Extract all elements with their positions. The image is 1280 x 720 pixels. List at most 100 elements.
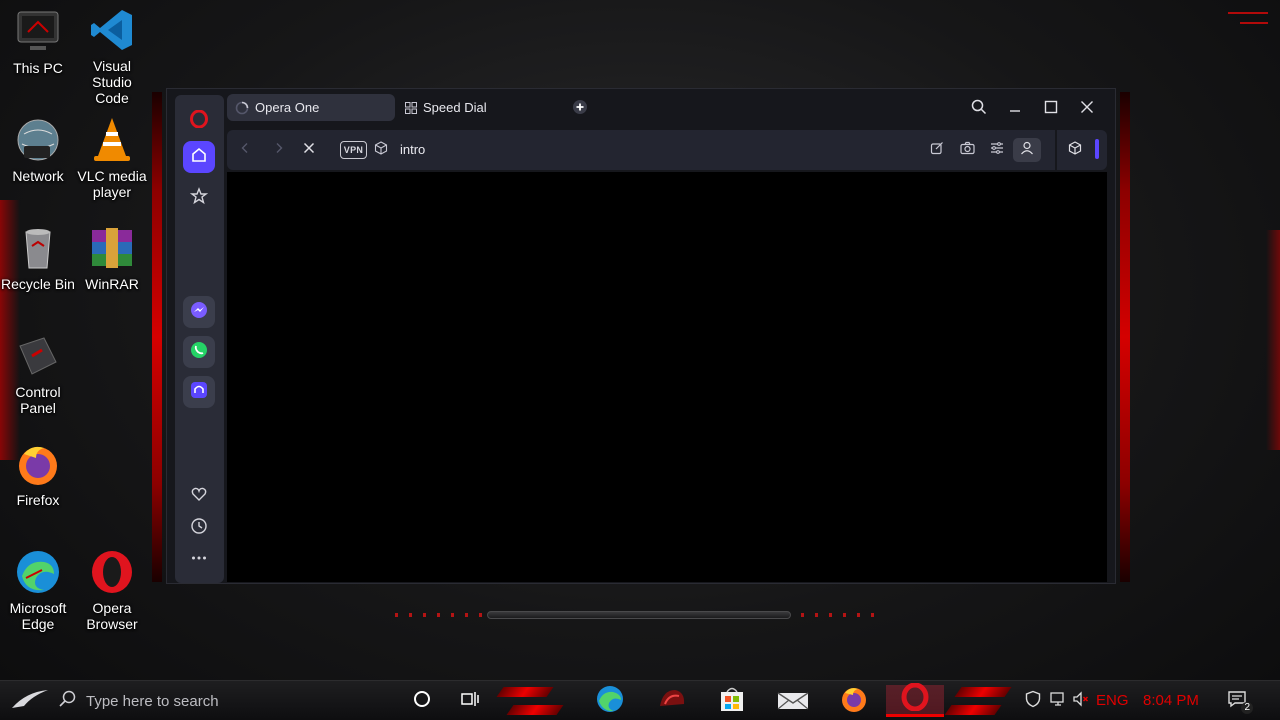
sidebar-whatsapp-button[interactable] bbox=[183, 336, 215, 368]
share-button[interactable] bbox=[925, 138, 949, 162]
loading-indicator bbox=[1095, 139, 1099, 159]
profile-button[interactable] bbox=[1013, 138, 1041, 162]
tab-label: Speed Dial bbox=[423, 100, 487, 115]
camera-icon bbox=[959, 141, 975, 160]
edge-icon bbox=[595, 684, 625, 719]
back-button[interactable] bbox=[233, 138, 257, 162]
taskbar-edge[interactable] bbox=[592, 685, 628, 717]
tray-volume[interactable] bbox=[1070, 685, 1092, 717]
tab-opera-one[interactable]: Opera One bbox=[227, 94, 395, 121]
sidebar-home-button[interactable] bbox=[183, 141, 215, 173]
snapshot-button[interactable] bbox=[955, 138, 979, 162]
rog-app-icon bbox=[657, 686, 687, 717]
easy-setup-button[interactable] bbox=[985, 138, 1009, 162]
bookmark-star-icon bbox=[189, 186, 209, 210]
taskbar-firefox[interactable] bbox=[836, 685, 872, 717]
desktop-icon-this-pc[interactable]: This PC bbox=[0, 8, 76, 76]
plus-icon bbox=[572, 99, 588, 120]
desktop-icon-vlc[interactable]: VLC media player bbox=[74, 116, 150, 200]
desktop-icon-label: Opera Browser bbox=[86, 600, 138, 632]
desktop-icon-winrar[interactable]: WinRAR bbox=[74, 224, 150, 292]
desktop-icon-firefox[interactable]: Firefox bbox=[0, 440, 76, 508]
clock[interactable]: 8:04 PM bbox=[1143, 692, 1199, 709]
action-center-button[interactable]: 2 bbox=[1222, 685, 1256, 717]
tray-network[interactable] bbox=[1046, 685, 1070, 717]
computer-icon bbox=[14, 8, 62, 56]
minimize-button[interactable] bbox=[1003, 97, 1027, 121]
minimize-icon bbox=[1008, 100, 1022, 119]
sidebar-aria-button[interactable] bbox=[183, 376, 215, 408]
heart-icon bbox=[190, 485, 208, 508]
desktop-icon-label: Visual Studio Code bbox=[92, 58, 132, 106]
taskbar-red-deco bbox=[496, 687, 554, 697]
tray-security[interactable] bbox=[1020, 685, 1046, 717]
firefox-icon bbox=[839, 684, 869, 719]
close-window-button[interactable] bbox=[1075, 97, 1099, 121]
opera-menu-button[interactable] bbox=[183, 105, 215, 137]
extensions-area bbox=[1057, 130, 1107, 170]
taskbar-store[interactable] bbox=[714, 685, 750, 717]
cortana-button[interactable] bbox=[408, 685, 436, 717]
sidebar-bookmarks-button[interactable] bbox=[183, 182, 215, 214]
taskbar-red-deco bbox=[954, 687, 1012, 697]
tab-search-button[interactable] bbox=[967, 97, 991, 121]
aria-ai-icon bbox=[189, 380, 209, 405]
maximize-button[interactable] bbox=[1039, 97, 1063, 121]
task-view-button[interactable] bbox=[456, 685, 484, 717]
desktop-icon-label: Recycle Bin bbox=[1, 276, 75, 292]
sidebar-messenger-button[interactable] bbox=[183, 296, 215, 328]
opera-logo-icon bbox=[901, 682, 929, 716]
desktop-icon-label: This PC bbox=[13, 60, 63, 76]
address-bar: VPN intro bbox=[227, 130, 1055, 170]
page-content[interactable] bbox=[227, 172, 1107, 582]
desktop-icon-opera[interactable]: Opera Browser bbox=[74, 548, 150, 632]
notification-count: 2 bbox=[1241, 702, 1253, 714]
stop-loading-button[interactable] bbox=[297, 138, 321, 162]
sidebar-history-button[interactable] bbox=[183, 512, 215, 544]
taskbar-red-deco bbox=[944, 705, 1002, 715]
browser-body: Opera One Speed Dial VPN intro bbox=[166, 88, 1116, 584]
more-dots-icon bbox=[190, 549, 208, 572]
browser-sidebar bbox=[175, 95, 224, 583]
opera-logo-icon bbox=[190, 109, 208, 133]
extensions-button[interactable] bbox=[1063, 138, 1087, 162]
right-red-glow bbox=[1266, 230, 1280, 450]
control-panel-icon bbox=[14, 332, 62, 380]
site-info-button[interactable] bbox=[371, 138, 391, 162]
chevron-left-icon bbox=[239, 141, 251, 159]
messenger-icon bbox=[189, 300, 209, 325]
globe-network-icon bbox=[14, 116, 62, 164]
edit-share-icon bbox=[930, 141, 944, 160]
taskbar-search[interactable]: Type here to search bbox=[58, 681, 398, 720]
new-tab-button[interactable] bbox=[568, 97, 592, 121]
url-input[interactable]: intro bbox=[400, 142, 425, 157]
taskbar-opera-active[interactable] bbox=[886, 682, 944, 717]
desktop-icon-vscode[interactable]: Visual Studio Code bbox=[74, 6, 150, 106]
vpn-badge[interactable]: VPN bbox=[340, 141, 367, 159]
desktop-icon-edge[interactable]: Microsoft Edge bbox=[0, 548, 76, 632]
taskbar-app-red[interactable] bbox=[654, 685, 690, 717]
forward-button[interactable] bbox=[267, 138, 291, 162]
sidebar-my-flow-button[interactable] bbox=[183, 480, 215, 512]
sidebar-more-button[interactable] bbox=[183, 544, 215, 576]
desktop-icon-control-panel[interactable]: Control Panel bbox=[0, 332, 76, 416]
maximize-icon bbox=[1044, 100, 1058, 119]
close-icon bbox=[1080, 100, 1094, 119]
desktop-icon-label: Firefox bbox=[16, 492, 60, 508]
taskbar-mail[interactable] bbox=[774, 685, 812, 717]
language-indicator[interactable]: ENG bbox=[1096, 692, 1129, 709]
desktop-icon-recycle-bin[interactable]: Recycle Bin bbox=[0, 224, 76, 292]
firefox-icon bbox=[14, 440, 62, 488]
desktop-icon-network[interactable]: Network bbox=[0, 116, 76, 184]
start-button[interactable] bbox=[8, 685, 52, 717]
store-bag-icon bbox=[718, 685, 746, 718]
tab-speed-dial[interactable]: Speed Dial bbox=[397, 94, 565, 121]
opera-logo-icon bbox=[88, 548, 136, 596]
taskbar-red-deco bbox=[506, 705, 564, 715]
close-icon bbox=[303, 141, 315, 159]
window-frame-left bbox=[152, 92, 162, 582]
winrar-books-icon bbox=[88, 224, 136, 272]
loading-spinner-icon bbox=[235, 101, 249, 115]
grid-icon bbox=[405, 101, 417, 114]
network-monitor-icon bbox=[1049, 691, 1067, 712]
